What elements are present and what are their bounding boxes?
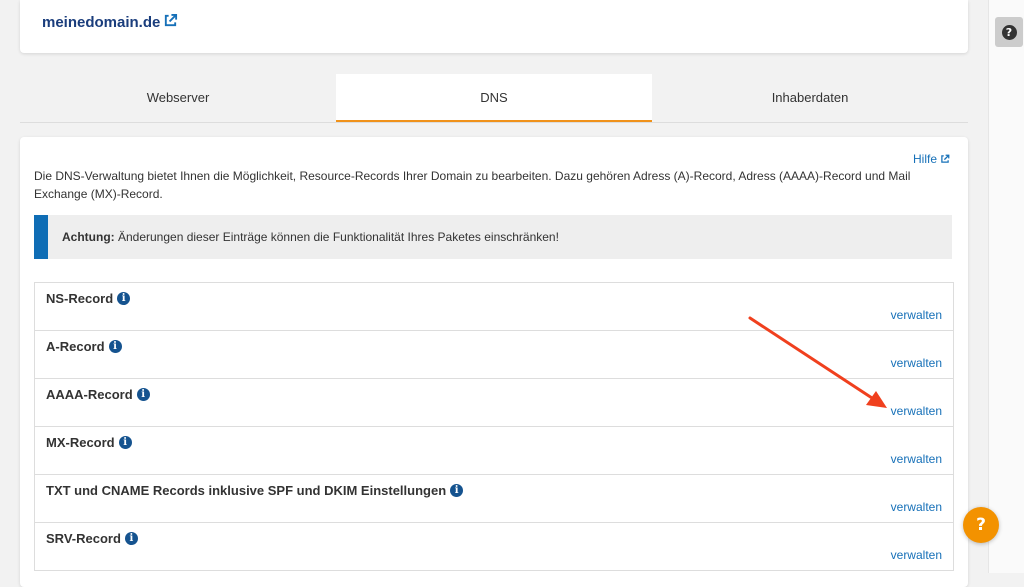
hilfe-label: Hilfe [912, 152, 937, 166]
tab-webserver[interactable]: Webserver [20, 74, 336, 121]
record-title: TXT und CNAME Records inklusive SPF und … [46, 483, 464, 498]
external-link-icon [941, 154, 950, 163]
question-icon: ? [976, 515, 986, 535]
dns-intro-text: Die DNS-Verwaltung bietet Ihnen die Mögl… [34, 169, 911, 201]
external-link-icon[interactable] [163, 13, 178, 32]
manage-link-aaaa[interactable]: verwalten [891, 404, 942, 418]
record-row-ns: NS-Record i verwalten [35, 283, 953, 331]
info-icon[interactable]: i [450, 484, 464, 497]
record-title: A-Record i [46, 339, 122, 354]
record-row-aaaa: AAAA-Record i verwalten [35, 379, 953, 427]
dns-content-card: Hilfe Die DNS-Verwaltung bietet Ihnen di… [20, 137, 968, 587]
record-list: NS-Record i verwalten A-Record i verwalten… [34, 282, 954, 571]
alert-text: Achtung: Änderungen dieser Einträge könn… [48, 230, 559, 244]
record-title: SRV-Record i [46, 531, 138, 546]
record-title-text: SRV-Record [46, 531, 121, 546]
help-fab-button[interactable]: ? [963, 507, 999, 543]
warning-alert: Achtung: Änderungen dieser Einträge könn… [34, 215, 952, 259]
record-title-text: A-Record [46, 339, 105, 354]
manage-link-srv[interactable]: verwalten [891, 548, 942, 562]
info-icon[interactable]: i [117, 292, 131, 305]
manage-link-a[interactable]: verwalten [891, 356, 942, 370]
record-title: AAAA-Record i [46, 387, 150, 402]
record-title-text: TXT und CNAME Records inklusive SPF und … [46, 483, 447, 498]
alert-accent-bar [34, 215, 48, 259]
record-title: NS-Record i [46, 291, 131, 306]
record-title-text: MX-Record [46, 435, 115, 450]
record-row-srv: SRV-Record i verwalten [35, 523, 953, 571]
record-row-txt-cname: TXT und CNAME Records inklusive SPF und … [35, 475, 953, 523]
record-row-a: A-Record i verwalten [35, 331, 953, 379]
question-icon: ? [1001, 24, 1017, 40]
record-title-text: NS-Record [46, 291, 114, 306]
record-title: MX-Record i [46, 435, 132, 450]
manage-link-txt-cname[interactable]: verwalten [891, 500, 942, 514]
tab-dns[interactable]: DNS [336, 74, 652, 122]
tab-inhaberdaten[interactable]: Inhaberdaten [652, 74, 968, 121]
domain-header-card: meinedomain.de [20, 0, 968, 53]
record-title-text: AAAA-Record [46, 387, 133, 402]
tab-bar: Webserver DNS Inhaberdaten [20, 74, 968, 123]
record-row-mx: MX-Record i verwalten [35, 427, 953, 475]
info-icon[interactable]: i [136, 388, 150, 401]
info-icon[interactable]: i [124, 532, 138, 545]
help-button[interactable]: ? [995, 17, 1023, 47]
domain-name-link[interactable]: meinedomain.de [42, 14, 160, 31]
info-icon[interactable]: i [118, 436, 132, 449]
page-scrollbar[interactable] [988, 0, 1024, 573]
manage-link-mx[interactable]: verwalten [891, 452, 942, 466]
manage-link-ns[interactable]: verwalten [891, 308, 942, 322]
alert-message: Änderungen dieser Einträge können die Fu… [114, 230, 559, 244]
info-icon[interactable]: i [108, 340, 122, 353]
hilfe-link[interactable]: Hilfe [913, 152, 950, 166]
alert-label: Achtung: [62, 230, 115, 244]
